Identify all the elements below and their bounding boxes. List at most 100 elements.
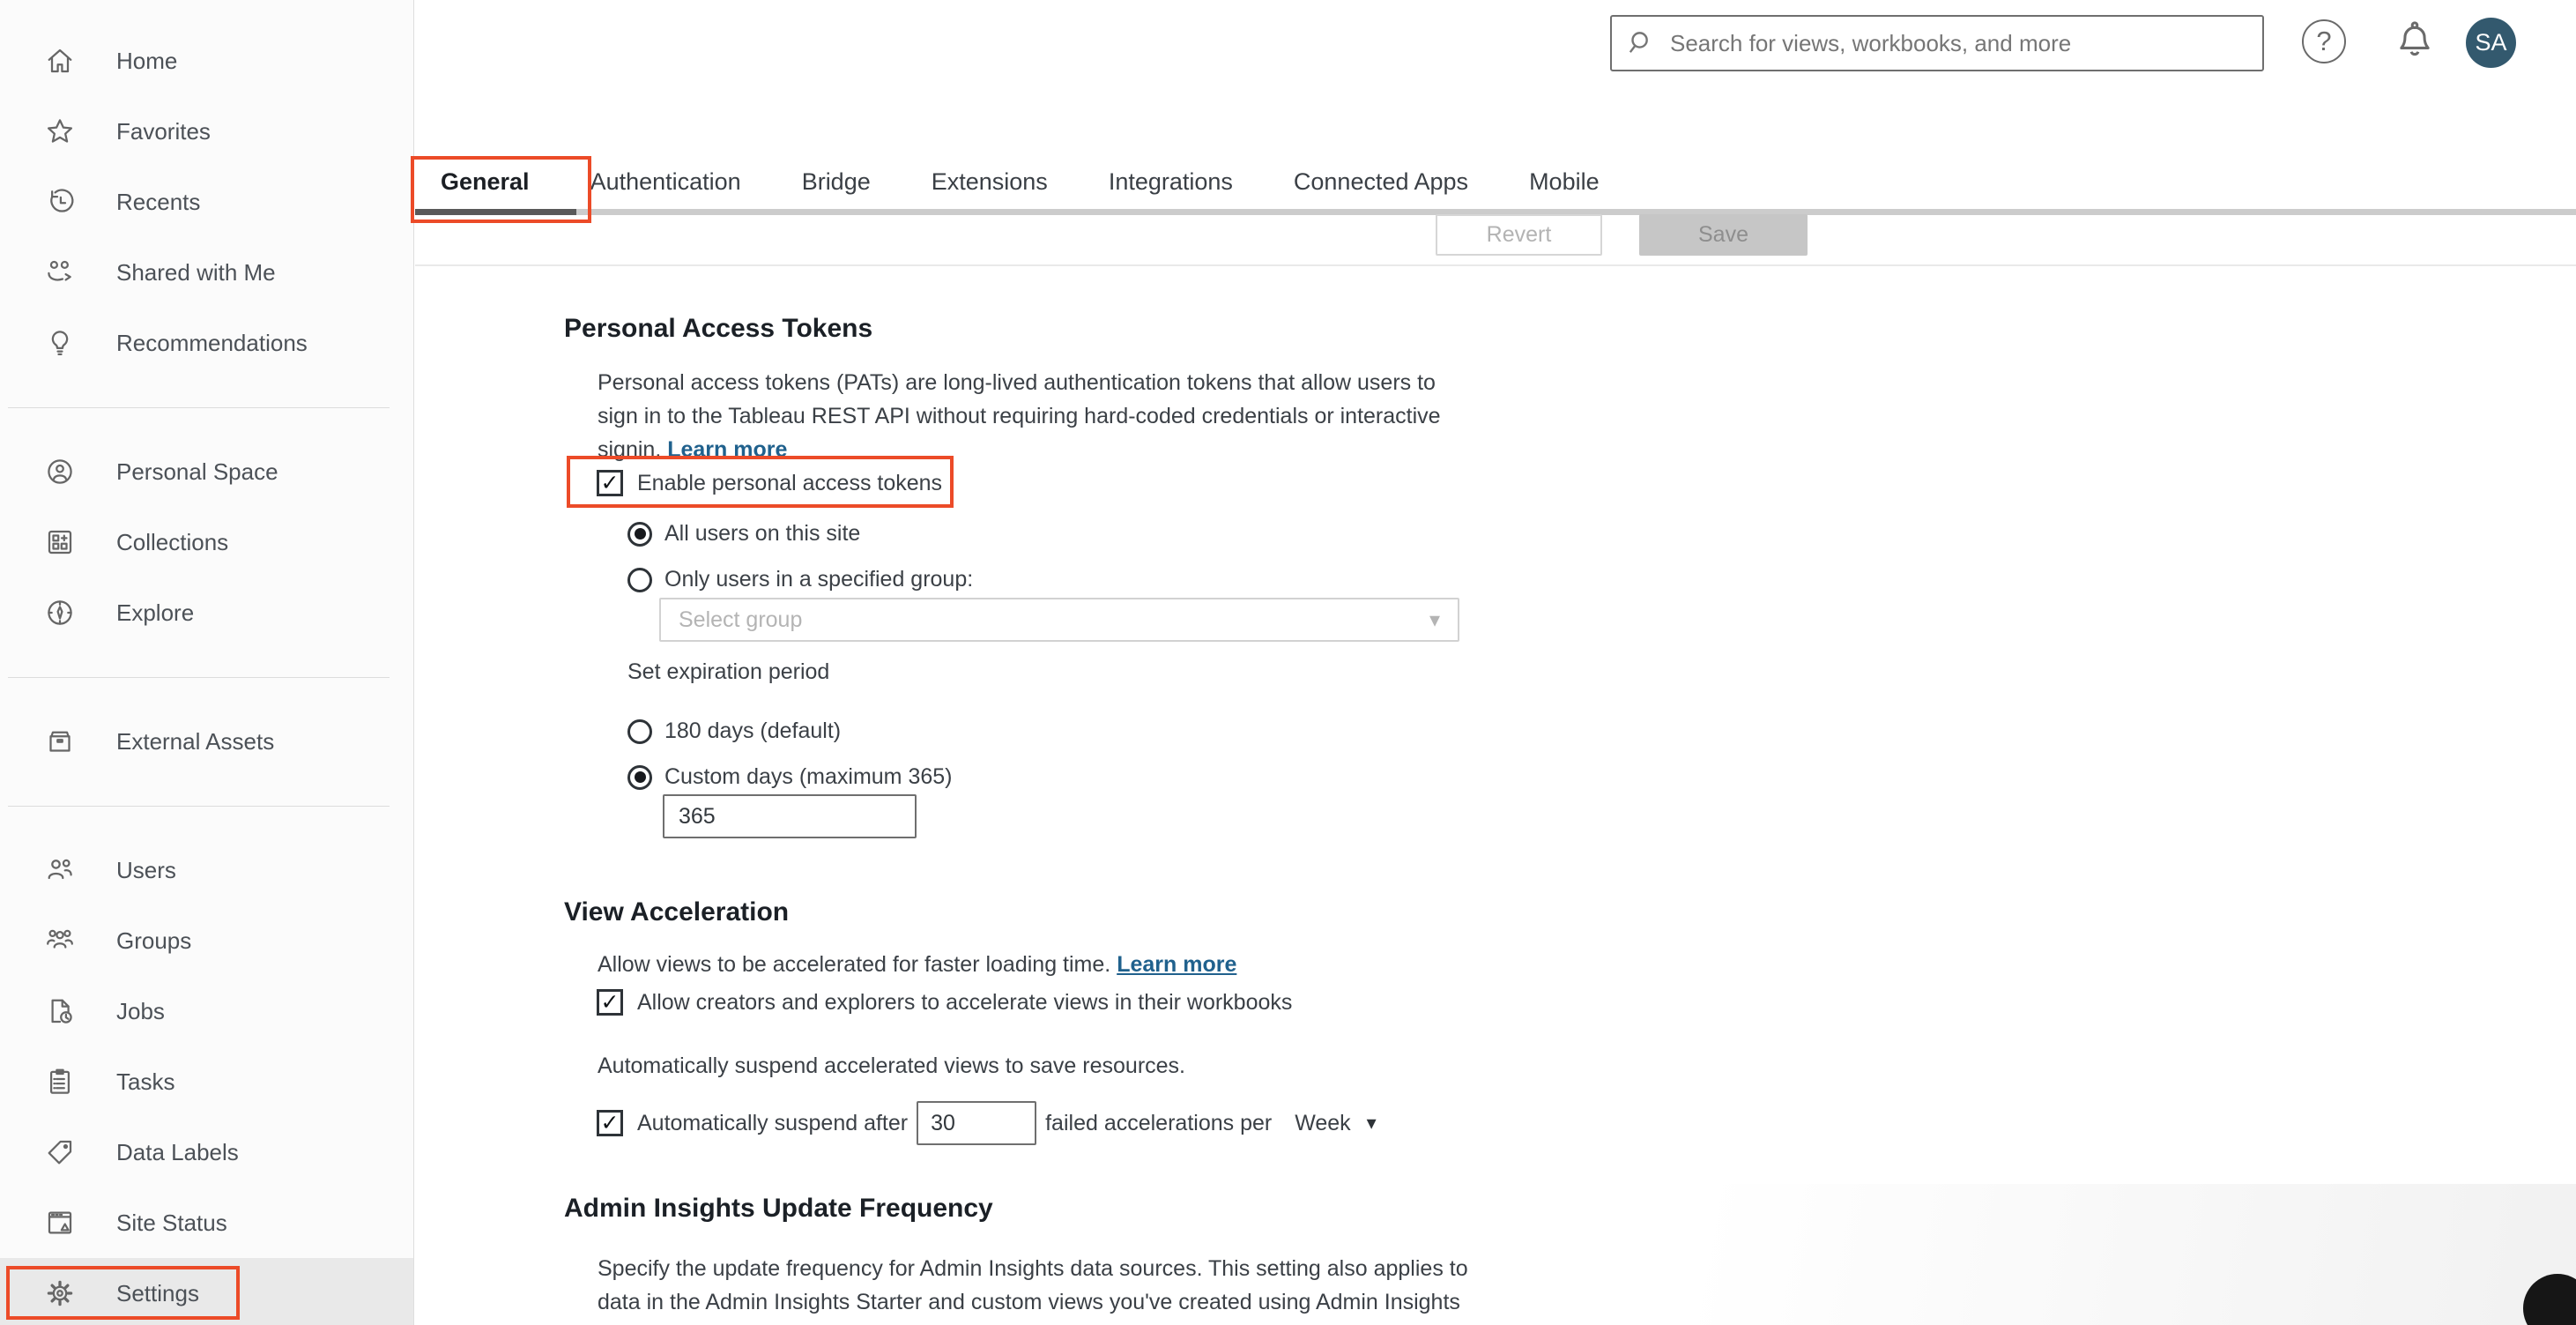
corner-floating-button[interactable]	[2523, 1274, 2576, 1325]
tab-integrations[interactable]: Integrations	[1109, 168, 1233, 196]
sidebar-item-label: Recents	[116, 188, 201, 215]
enable-pat-row: ✓ Enable personal access tokens	[597, 470, 942, 496]
custom-days-radio[interactable]	[627, 764, 652, 790]
sidebar-item-label: Groups	[116, 927, 192, 954]
custom-days-radio-row: Custom days (maximum 365)	[627, 764, 952, 790]
default-days-label: 180 days (default)	[664, 718, 842, 743]
collections-icon	[44, 526, 76, 558]
sidebar-item-label: Explore	[116, 599, 195, 626]
sidebar-item-jobs[interactable]: Jobs	[0, 976, 413, 1046]
search-box[interactable]	[1610, 15, 2264, 71]
settings-tab-bar: General Authentication Bridge Extensions Int…	[441, 156, 1600, 207]
allow-acceleration-checkbox[interactable]: ✓	[597, 989, 623, 1016]
sidebar-item-data-labels[interactable]: Data Labels	[0, 1117, 413, 1187]
sidebar-divider	[0, 777, 413, 835]
chevron-down-icon: ▾	[1366, 1112, 1377, 1134]
person-circle-icon	[44, 456, 76, 488]
auto-suspend-suffix-label: failed accelerations per	[1045, 1110, 1273, 1135]
search-icon	[1629, 32, 1648, 53]
sidebar-item-recents[interactable]: Recents	[0, 167, 413, 237]
view-acceleration-description: Allow views to be accelerated for faster…	[598, 948, 1236, 981]
shared-with-me-icon	[44, 257, 76, 288]
custom-days-label: Custom days (maximum 365)	[664, 764, 953, 789]
sidebar-divider	[0, 648, 413, 706]
tasks-icon	[44, 1066, 76, 1098]
sidebar-item-personal-space[interactable]: Personal Space	[0, 436, 413, 507]
view-acceleration-section-title: View Acceleration	[564, 897, 790, 927]
notifications-bell-icon[interactable]	[2392, 18, 2438, 63]
star-icon	[44, 115, 76, 147]
sidebar-item-favorites[interactable]: Favorites	[0, 96, 413, 167]
suspend-period-value: Week	[1295, 1110, 1351, 1135]
sidebar-item-label: Settings	[116, 1279, 199, 1306]
auto-suspend-checkbox[interactable]: ✓	[597, 1110, 623, 1136]
sidebar-item-recommendations[interactable]: Recommendations	[0, 308, 413, 378]
sidebar-item-label: Favorites	[116, 117, 211, 145]
all-users-label: All users on this site	[664, 521, 861, 546]
tab-authentication[interactable]: Authentication	[590, 168, 741, 196]
sidebar-item-label: External Assets	[116, 727, 275, 755]
lightbulb-icon	[44, 327, 76, 359]
sidebar-item-collections[interactable]: Collections	[0, 507, 413, 577]
enable-pat-checkbox[interactable]: ✓	[597, 470, 623, 496]
user-avatar[interactable]: SA	[2466, 18, 2516, 68]
sidebar-item-explore[interactable]: Explore	[0, 577, 413, 648]
all-users-radio[interactable]	[627, 521, 652, 547]
tab-general[interactable]: General	[441, 168, 530, 196]
sidebar-item-label: Tasks	[116, 1068, 175, 1095]
save-button[interactable]: Save	[1639, 214, 1808, 256]
select-group-placeholder: Select group	[679, 607, 803, 632]
view-acceleration-learn-more-link[interactable]: Learn more	[1117, 952, 1236, 977]
pat-description: Personal access tokens (PATs) are long-l…	[598, 366, 1470, 466]
help-icon[interactable]: ?	[2302, 19, 2346, 63]
tab-connected-apps[interactable]: Connected Apps	[1294, 168, 1468, 196]
enable-pat-label: Enable personal access tokens	[637, 470, 943, 495]
auto-suspend-prefix-label: Automatically suspend after	[637, 1110, 909, 1135]
site-status-icon	[44, 1207, 76, 1239]
users-icon	[44, 854, 76, 886]
sidebar-item-label: Shared with Me	[116, 258, 276, 286]
all-users-radio-row: All users on this site	[627, 521, 860, 547]
suspend-period-dropdown[interactable]: Week ▾	[1295, 1111, 1377, 1136]
compass-icon	[44, 597, 76, 629]
tab-extensions[interactable]: Extensions	[932, 168, 1048, 196]
gear-icon	[44, 1277, 76, 1309]
sidebar-item-label: Site Status	[116, 1209, 227, 1236]
tab-mobile[interactable]: Mobile	[1529, 168, 1600, 196]
sidebar-item-label: Home	[116, 47, 178, 74]
specified-group-radio[interactable]	[627, 567, 652, 592]
sidebar-item-settings[interactable]: Settings	[0, 1258, 413, 1325]
history-icon	[44, 186, 76, 218]
groups-icon	[44, 925, 76, 957]
allow-acceleration-row: ✓ Allow creators and explorers to accele…	[597, 989, 1292, 1016]
sidebar-item-home[interactable]: Home	[0, 26, 413, 96]
tag-icon	[44, 1136, 76, 1168]
sidebar-item-groups[interactable]: Groups	[0, 905, 413, 976]
pat-learn-more-link[interactable]: Learn more	[667, 437, 787, 462]
sidebar-item-users[interactable]: Users	[0, 835, 413, 905]
admin-insights-description: Specify the update frequency for Admin I…	[598, 1256, 1468, 1325]
home-icon	[44, 45, 76, 77]
sidebar-item-site-status[interactable]: Site Status	[0, 1187, 413, 1258]
auto-suspend-row: ✓ Automatically suspend after failed acc…	[597, 1101, 1377, 1145]
select-group-dropdown[interactable]: Select group ▾	[659, 598, 1459, 642]
sidebar-item-label: Data Labels	[116, 1138, 239, 1165]
active-tab-underline	[415, 209, 576, 215]
expiration-period-label: Set expiration period	[627, 659, 830, 684]
search-input[interactable]	[1668, 28, 2248, 58]
revert-button[interactable]: Revert	[1436, 214, 1602, 256]
tab-bridge[interactable]: Bridge	[802, 168, 871, 196]
specified-group-label: Only users in a specified group:	[664, 567, 974, 592]
custom-days-input[interactable]	[663, 794, 917, 838]
sidebar-item-external-assets[interactable]: External Assets	[0, 706, 413, 777]
sidebar-item-tasks[interactable]: Tasks	[0, 1046, 413, 1117]
default-days-radio-row: 180 days (default)	[627, 718, 841, 744]
pat-section-title: Personal Access Tokens	[564, 313, 873, 343]
default-days-radio[interactable]	[627, 718, 652, 744]
sidebar-item-label: Users	[116, 856, 176, 883]
bottom-fade-overlay	[1322, 1184, 2576, 1325]
sidebar-item-label: Collections	[116, 528, 229, 555]
sidebar-item-shared-with-me[interactable]: Shared with Me	[0, 237, 413, 308]
admin-insights-section-title: Admin Insights Update Frequency	[564, 1193, 993, 1223]
suspend-count-input[interactable]	[917, 1101, 1037, 1145]
